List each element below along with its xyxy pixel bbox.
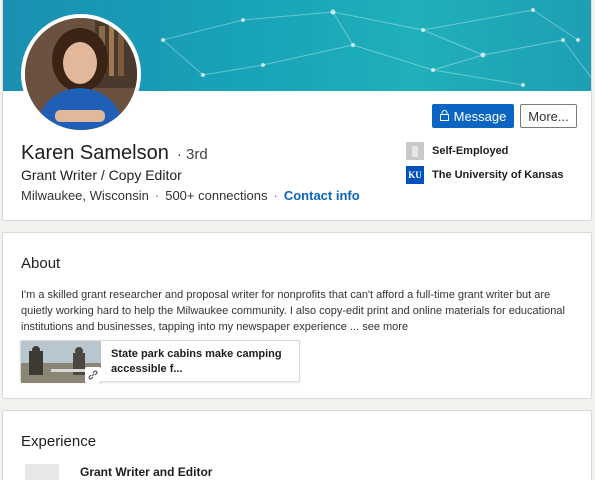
media-item[interactable]: State park cabins make camping accessibl… <box>20 340 300 383</box>
experience-title: Experience <box>21 433 97 450</box>
connection-degree: · 3rd <box>176 146 208 163</box>
more-button[interactable]: More... <box>520 104 577 128</box>
more-label: More... <box>528 108 569 124</box>
profile-card: Message More... Karen Samelson · 3rd Gra… <box>2 0 592 221</box>
connections-count[interactable]: 500+ connections <box>165 188 267 203</box>
message-label: Message <box>453 108 507 124</box>
about-body: I'm a skilled grant researcher and propo… <box>21 289 565 333</box>
org-university-of-kansas[interactable]: KU The University of Kansas <box>406 166 563 184</box>
profile-location: Milwaukee, Wisconsin <box>21 188 149 203</box>
see-more-link[interactable]: see more <box>362 321 408 333</box>
experience-card: Experience Grant Writer and Editor <box>2 410 592 480</box>
separator-dot: · <box>154 188 160 203</box>
message-button[interactable]: Message <box>432 104 514 128</box>
org-self-employed[interactable]: Self-Employed <box>406 142 508 160</box>
location-row: Milwaukee, Wisconsin · 500+ connections … <box>21 188 360 203</box>
media-thumbnail <box>21 341 101 383</box>
separator-dot: · <box>273 188 278 203</box>
media-title: State park cabins make camping accessibl… <box>111 348 282 375</box>
contact-info-link[interactable]: Contact info <box>284 188 360 203</box>
profile-headline: Grant Writer / Copy Editor <box>21 167 182 183</box>
name-row: Karen Samelson · 3rd <box>21 142 208 165</box>
experience-role[interactable]: Grant Writer and Editor <box>80 465 212 479</box>
profile-avatar[interactable] <box>21 14 141 134</box>
profile-name: Karen Samelson <box>21 142 169 164</box>
link-icon <box>85 367 101 383</box>
lock-icon <box>439 109 449 124</box>
ku-logo-icon: KU <box>406 166 424 184</box>
org-name: Self-Employed <box>432 145 509 157</box>
about-text: I'm a skilled grant researcher and propo… <box>21 287 576 335</box>
company-logo-icon <box>25 464 59 480</box>
about-title: About <box>21 255 61 272</box>
ku-logo-text: KU <box>408 170 422 180</box>
org-name: The University of Kansas <box>432 169 564 181</box>
about-card: About I'm a skilled grant researcher and… <box>2 232 592 399</box>
building-icon <box>406 142 424 160</box>
